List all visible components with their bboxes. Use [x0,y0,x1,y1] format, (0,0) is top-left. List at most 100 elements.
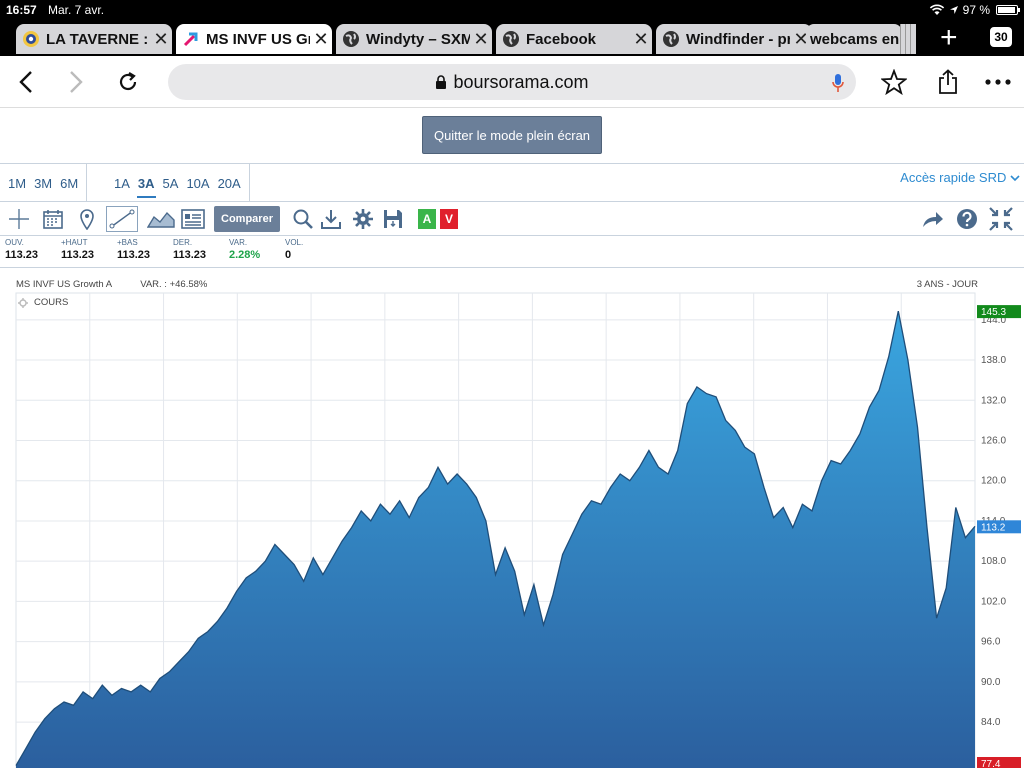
tab-title: Facebook [526,30,597,48]
chart-type-tool[interactable] [146,206,176,232]
quote-label: VAR. [229,238,248,247]
tab-title: Windyty – SXM- [366,30,470,48]
more-options-button[interactable] [984,68,1012,96]
trendline-tool[interactable] [106,206,138,232]
tab-title: LA TAVERNE : Fo [46,30,150,48]
close-tab-icon[interactable]: ✕ [630,29,652,50]
close-tab-icon[interactable]: ✕ [310,29,332,50]
site-favicon-icon [23,31,39,47]
marker-tool[interactable] [74,206,100,232]
compare-button[interactable]: Comparer [214,206,280,232]
status-right: 97 % [929,3,1020,17]
low-price-tag: 77.4 [981,759,1001,768]
forward-button[interactable] [62,68,90,96]
crosshair-tool[interactable] [6,206,32,232]
globe-icon [343,31,359,47]
tab-windyty[interactable]: Windyty – SXM- ✕ [336,24,492,54]
calendar-tool[interactable] [40,206,66,232]
chevron-down-icon [1010,175,1020,182]
quick-access-label: Accès rapide SRD [900,170,1007,185]
quote-value: 113.23 [117,249,151,261]
y-tick-label: 132.0 [981,395,1006,406]
quote-label: VOL. [285,238,304,247]
buy-button[interactable]: A [418,209,436,229]
period-5a[interactable]: 5A [159,176,183,191]
period-selector: 1M 3M 6M 1A 3A 5A 10A 20A Accès rapide S… [0,164,1024,202]
save-tool[interactable] [380,206,406,232]
globe-icon [663,31,679,47]
close-tab-icon[interactable]: ✕ [150,29,172,50]
exit-fullscreen-button[interactable]: Quitter le mode plein écran [422,116,602,154]
chart-panel: 1M 3M 6M 1A 3A 5A 10A 20A Accès rapide S… [0,163,1024,768]
period-6m[interactable]: 6M [56,176,82,191]
stacked-tabs[interactable] [900,24,920,54]
exit-fullscreen-tool[interactable] [988,206,1014,232]
tab-facebook[interactable]: Facebook ✕ [496,24,652,54]
sell-button[interactable]: V [440,209,458,229]
tab-webcams[interactable]: webcams en [806,24,902,54]
quote-value: 0 [285,249,292,261]
share-button[interactable] [934,68,962,96]
trendline-icon [109,209,135,229]
y-tick-label: 102.0 [981,596,1006,607]
share-chart-tool[interactable] [920,206,946,232]
quote-vol: VOL. 0 [285,238,303,261]
microphone-icon[interactable] [832,73,844,93]
period-3a[interactable]: 3A [134,176,159,198]
location-icon [949,6,958,14]
close-tab-icon[interactable]: ✕ [470,29,492,50]
period-20a[interactable]: 20A [214,176,245,191]
indicators-tool[interactable] [180,206,206,232]
forward-arrow-icon [923,212,943,227]
reload-icon [119,72,137,91]
gear-icon [353,209,373,229]
quote-label: OUV. [5,238,24,247]
indicators-panel-icon [181,209,205,229]
price-chart[interactable]: MS INVF US Growth A VAR. : +46.58% 3 ANS… [0,269,1024,768]
period-3m[interactable]: 3M [30,176,56,191]
settings-tool[interactable] [350,206,376,232]
price-chart-svg[interactable]: 78.084.090.096.0102.0108.0114.0120.0126.… [0,269,1024,768]
tab-ms-invf[interactable]: MS INVF US Gro ✕ [176,24,332,54]
y-tick-label: 96.0 [981,637,1001,648]
new-tab-button[interactable]: + [940,23,958,53]
period-1a[interactable]: 1A [110,176,134,191]
legend-series-label: COURS [34,297,69,308]
y-tick-label: 84.0 [981,717,1001,728]
globe-icon [503,31,519,47]
status-time: 16:57 [6,3,37,17]
help-tool[interactable] [954,206,980,232]
tab-title: MS INVF US Gro [206,30,310,48]
boursorama-favicon-icon [183,32,198,47]
quote-value: 113.23 [61,249,95,261]
ellipsis-icon [985,79,1011,85]
high-price-tag: 145.3 [981,307,1006,318]
y-tick-label: 90.0 [981,677,1001,688]
quote-var: VAR. 2.28% [229,238,260,261]
quote-low: +BAS 113.23 [117,238,150,261]
browser-window: 16:57 Mar. 7 avr. 97 % LA TAVERNE : Fo ✕ [0,0,1024,768]
quote-last: DER. 113.23 [173,238,206,261]
quote-high: +HAUT 113.23 [61,238,94,261]
wifi-icon [929,4,944,15]
back-button[interactable] [12,68,40,96]
address-bar[interactable]: boursorama.com [168,64,856,100]
tab-windfinder[interactable]: Windfinder - prévisions ✕ [656,24,812,54]
period-1m[interactable]: 1M [4,176,30,191]
period-group-long: 1A 3A 5A 10A 20A [106,164,250,202]
reload-button[interactable] [114,68,142,96]
quick-access-srd[interactable]: Accès rapide SRD [900,170,1020,185]
download-tool[interactable] [318,206,344,232]
mountain-chart-icon [147,211,175,228]
battery-percent: 97 % [962,3,990,17]
status-date: Mar. 7 avr. [48,3,105,17]
chart-tools: Comparer A V [0,202,1024,236]
quote-open: OUV. 113.23 [5,238,38,261]
tab-count-button[interactable]: 30 [990,27,1012,47]
search-tool[interactable] [290,206,316,232]
period-10a[interactable]: 10A [182,176,213,191]
collapse-icon [989,207,1013,231]
bookmark-button[interactable] [880,68,908,96]
tab-la-taverne[interactable]: LA TAVERNE : Fo ✕ [16,24,172,54]
gear-icon [18,297,28,308]
